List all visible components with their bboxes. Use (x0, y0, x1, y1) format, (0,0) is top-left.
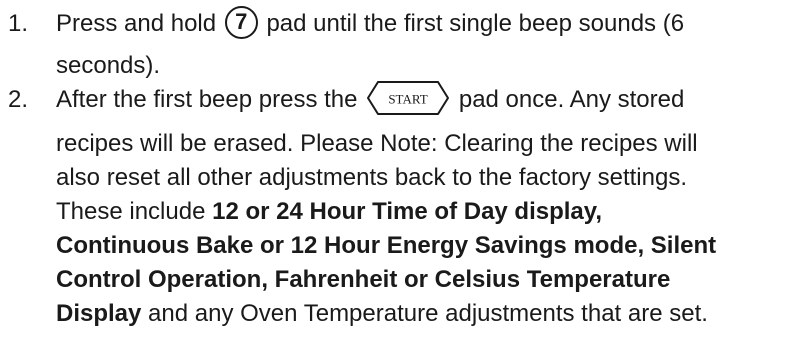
step-2-text-after-pad: pad once. Any stored (458, 86, 685, 113)
step-2-line-2: recipes will be erased. Please Note: Cle… (56, 126, 698, 162)
start-pad-label: START (388, 91, 427, 106)
step-2-text-line-2: recipes will be erased. Please Note: Cle… (56, 130, 698, 157)
step-2-line-5: Continuous Bake or 12 Hour Energy Saving… (56, 228, 716, 264)
step-2-text-line-5-bold: Continuous Bake or 12 Hour Energy Saving… (56, 232, 717, 259)
step-2-line-1: After the first beep press the START pad… (56, 80, 685, 119)
step-1-line-1: Press and hold 7 pad until the first sin… (56, 6, 684, 42)
step-2-text-line-4-plain: These include (56, 198, 206, 225)
start-pad-icon: START (366, 80, 450, 116)
instruction-document: 1. Press and hold 7 pad until the first … (0, 0, 799, 337)
step-1-number: 1. (8, 10, 29, 37)
pad-7-icon: 7 (224, 6, 258, 40)
step-2-line-7: Display and any Oven Temperature adjustm… (56, 296, 708, 332)
step-2-line-4: These include 12 or 24 Hour Time of Day … (56, 194, 602, 230)
step-2-line-3: also reset all other adjustments back to… (56, 160, 687, 196)
step-2-text-line-3: also reset all other adjustments back to… (56, 164, 687, 191)
step-2-number: 2. (8, 86, 29, 113)
step-2-text-before-pad: After the first beep press the (56, 86, 358, 113)
step-1-text-before-pad: Press and hold (56, 10, 217, 37)
step-2-text-line-4-bold: 12 or 24 Hour Time of Day display, (212, 198, 603, 225)
step-2-text-line-7-plain: and any Oven Temperature adjustments tha… (148, 300, 708, 327)
step-2-text-line-6-bold: Control Operation, Fahrenheit or Celsius… (56, 266, 671, 293)
step-1-line-2: seconds). (56, 48, 160, 84)
step-2-text-line-7-bold: Display (56, 300, 142, 327)
step-1-text-after-pad: pad until the first single beep sounds (… (266, 10, 685, 37)
step-1-text-line-2: seconds). (56, 52, 161, 79)
step-2-line-6: Control Operation, Fahrenheit or Celsius… (56, 262, 670, 298)
